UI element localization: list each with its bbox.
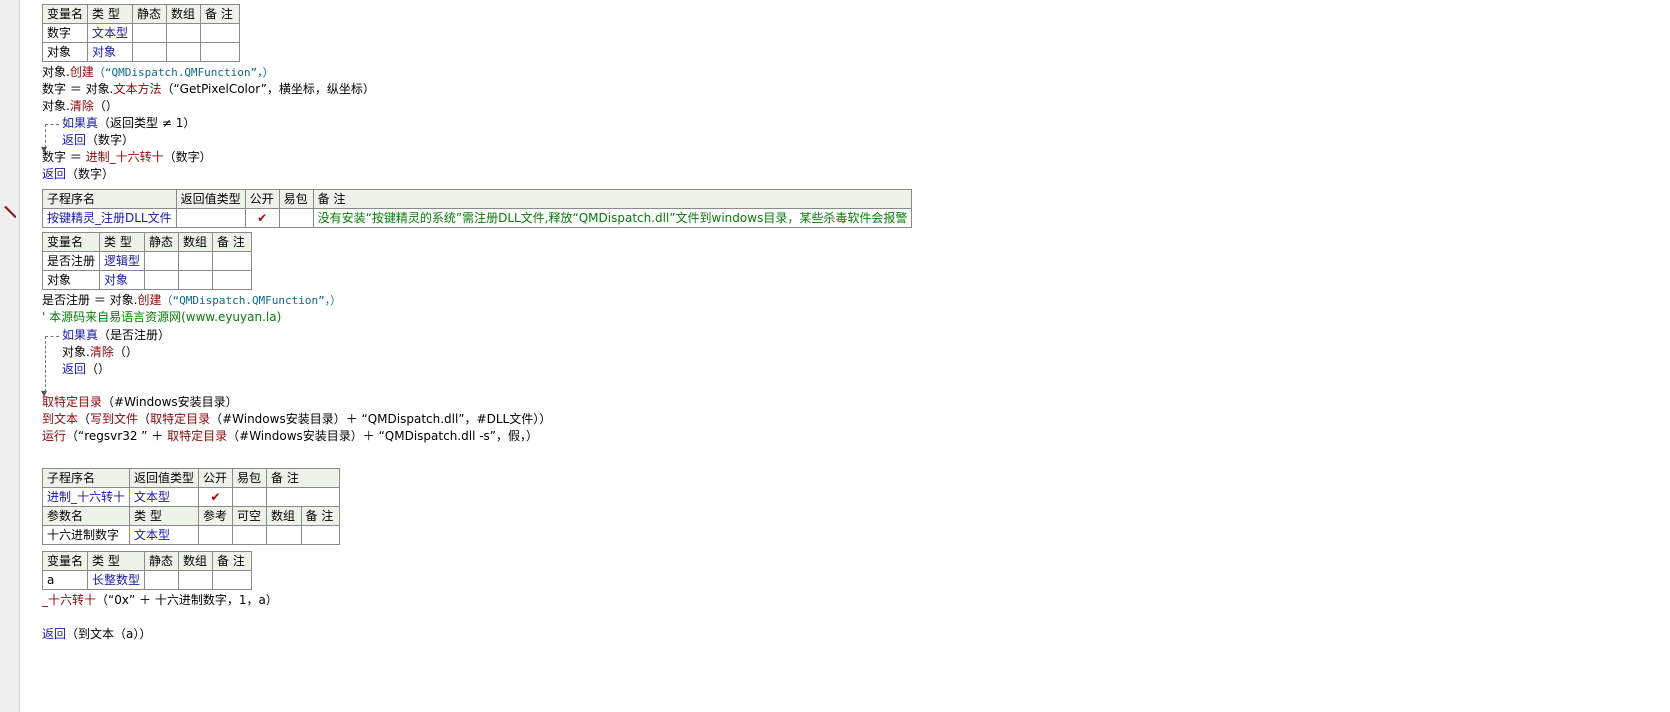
param-remark-cell[interactable] bbox=[300, 525, 341, 545]
var-array-cell[interactable] bbox=[178, 570, 214, 590]
var-array-cell[interactable] bbox=[178, 270, 214, 290]
header-package: 易包 bbox=[278, 189, 314, 209]
sub-return-type-cell[interactable] bbox=[175, 208, 246, 228]
sub-package-cell[interactable] bbox=[232, 487, 268, 507]
variable-table: 变量名 类 型 静态 数组 备 注 是否注册 逻辑型 对象 对象 bbox=[41, 232, 253, 290]
var-name-cell[interactable]: a bbox=[41, 570, 89, 590]
flow-line bbox=[45, 336, 46, 392]
code-line[interactable]: 取特定目录（#Windows安装目录） bbox=[42, 394, 238, 411]
header-package: 易包 bbox=[232, 468, 268, 488]
header-static: 静态 bbox=[132, 4, 168, 24]
header-remark: 备 注 bbox=[212, 551, 253, 571]
header-var-name: 变量名 bbox=[41, 232, 101, 252]
header-public: 公开 bbox=[244, 189, 280, 209]
var-name-cell[interactable]: 是否注册 bbox=[41, 251, 101, 271]
var-name-cell[interactable]: 对象 bbox=[41, 42, 89, 62]
header-array: 数组 bbox=[166, 4, 202, 24]
code-line[interactable]: 对象.创建（“QMDispatch.QMFunction”，） bbox=[42, 64, 274, 81]
code-line[interactable]: 是否注册 ＝ 对象.创建（“QMDispatch.QMFunction”，） bbox=[42, 292, 341, 309]
public-check-icon[interactable]: ✔ bbox=[244, 208, 280, 228]
code-line[interactable]: 如果真（返回类型 ≠ 1） bbox=[62, 115, 195, 132]
editor-gutter bbox=[0, 0, 20, 712]
code-line[interactable]: 到文本（写到文件（取特定目录（#Windows安装目录）＋ “QMDispatc… bbox=[42, 411, 551, 428]
var-type-cell[interactable]: 对象 bbox=[99, 270, 146, 290]
header-var-name: 变量名 bbox=[41, 551, 89, 571]
var-array-cell[interactable] bbox=[166, 42, 202, 62]
var-name-cell[interactable]: 数字 bbox=[41, 23, 89, 43]
var-remark-cell[interactable] bbox=[212, 251, 253, 271]
var-type-cell[interactable]: 逻辑型 bbox=[99, 251, 146, 271]
var-static-cell[interactable] bbox=[144, 570, 180, 590]
header-reference: 参考 bbox=[198, 506, 234, 526]
code-line[interactable]: 返回（到文本（a）） bbox=[42, 626, 151, 643]
var-remark-cell[interactable] bbox=[212, 570, 253, 590]
header-param-name: 参数名 bbox=[41, 506, 131, 526]
code-line[interactable]: 数字 ＝ 对象.文本方法（“GetPixelColor”，横坐标，纵坐标） bbox=[42, 81, 375, 98]
header-sub-name: 子程序名 bbox=[42, 189, 177, 209]
sub-return-type-cell[interactable]: 文本型 bbox=[129, 487, 200, 507]
var-static-cell[interactable] bbox=[144, 251, 180, 271]
sub-package-cell[interactable] bbox=[278, 208, 314, 228]
code-line[interactable]: _十六转十（“0x” ＋ 十六进制数字，1，a） bbox=[42, 592, 278, 609]
header-type: 类 型 bbox=[99, 232, 146, 252]
var-remark-cell[interactable] bbox=[200, 23, 241, 43]
header-return-type: 返回值类型 bbox=[175, 189, 246, 209]
subroutine-table: 子程序名 返回值类型 公开 易包 备 注 按键精灵_注册DLL文件 ✔ 没有安装… bbox=[42, 189, 913, 228]
code-line[interactable]: 运行（“regsvr32 ” ＋ 取特定目录（#Windows安装目录）＋ “Q… bbox=[42, 428, 538, 445]
header-var-name: 变量名 bbox=[41, 4, 89, 24]
var-static-cell[interactable] bbox=[132, 23, 168, 43]
header-nullable: 可空 bbox=[232, 506, 268, 526]
header-remark: 备 注 bbox=[300, 506, 341, 526]
header-type: 类 型 bbox=[87, 551, 146, 571]
header-remark: 备 注 bbox=[200, 4, 241, 24]
header-static: 静态 bbox=[144, 551, 180, 571]
var-remark-cell[interactable] bbox=[212, 270, 253, 290]
param-nullable-cell[interactable] bbox=[232, 525, 268, 545]
code-line[interactable]: 如果真（是否注册） bbox=[62, 327, 170, 344]
header-array: 数组 bbox=[266, 506, 302, 526]
sub-remark-cell[interactable] bbox=[266, 487, 341, 507]
public-check-icon[interactable]: ✔ bbox=[198, 487, 234, 507]
pencil-icon bbox=[4, 206, 16, 218]
var-type-cell[interactable]: 长整数型 bbox=[87, 570, 146, 590]
header-sub-name: 子程序名 bbox=[41, 468, 131, 488]
comment-line[interactable]: ' 本源码来自易语言资源网(www.eyuyan.la) bbox=[42, 309, 281, 326]
code-line[interactable]: 返回（） bbox=[62, 361, 110, 378]
var-name-cell[interactable]: 对象 bbox=[41, 270, 101, 290]
sub-name-cell[interactable]: 按键精灵_注册DLL文件 bbox=[42, 208, 177, 228]
param-array-cell[interactable] bbox=[266, 525, 302, 545]
header-type: 类 型 bbox=[87, 4, 134, 24]
header-array: 数组 bbox=[178, 551, 214, 571]
code-line[interactable]: 对象.清除（） bbox=[62, 344, 138, 361]
header-static: 静态 bbox=[144, 232, 180, 252]
header-remark: 备 注 bbox=[212, 232, 253, 252]
header-param-type: 类 型 bbox=[129, 506, 200, 526]
sub-name-cell[interactable]: 进制_十六转十 bbox=[41, 487, 131, 507]
flow-line bbox=[45, 124, 59, 125]
code-line[interactable]: 对象.清除（） bbox=[42, 98, 118, 115]
variable-table: 变量名 类 型 静态 数组 备 注 a 长整数型 bbox=[41, 551, 253, 590]
header-public: 公开 bbox=[198, 468, 234, 488]
var-static-cell[interactable] bbox=[144, 270, 180, 290]
var-array-cell[interactable] bbox=[178, 251, 214, 271]
param-reference-cell[interactable] bbox=[198, 525, 234, 545]
flow-line bbox=[45, 336, 59, 337]
code-line[interactable]: 数字 ＝ 进制_十六转十（数字） bbox=[42, 149, 212, 166]
variable-table: 变量名 类 型 静态 数组 备 注 数字 文本型 对象 对象 bbox=[41, 4, 241, 62]
var-remark-cell[interactable] bbox=[200, 42, 241, 62]
var-type-cell[interactable]: 对象 bbox=[87, 42, 134, 62]
header-remark: 备 注 bbox=[312, 189, 913, 209]
header-array: 数组 bbox=[178, 232, 214, 252]
param-name-cell[interactable]: 十六进制数字 bbox=[41, 525, 131, 545]
header-remark: 备 注 bbox=[266, 468, 341, 488]
var-array-cell[interactable] bbox=[166, 23, 202, 43]
subroutine-table: 子程序名 返回值类型 公开 易包 备 注 进制_十六转十 文本型 ✔ 参数名 类… bbox=[41, 468, 341, 545]
code-line[interactable]: 返回（数字） bbox=[42, 166, 114, 183]
sub-remark-cell[interactable]: 没有安装“按键精灵的系统”需注册DLL文件,释放“QMDispatch.dll”… bbox=[312, 208, 913, 228]
code-line[interactable]: 返回（数字） bbox=[62, 132, 134, 149]
header-return-type: 返回值类型 bbox=[129, 468, 200, 488]
param-type-cell[interactable]: 文本型 bbox=[129, 525, 200, 545]
var-type-cell[interactable]: 文本型 bbox=[87, 23, 134, 43]
var-static-cell[interactable] bbox=[132, 42, 168, 62]
